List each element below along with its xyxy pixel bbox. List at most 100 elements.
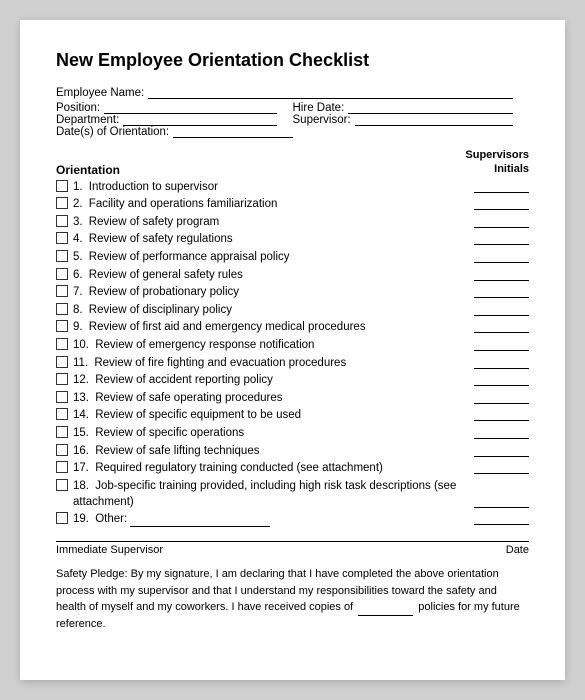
checklist-item: 15. Review of specific operations: [56, 425, 529, 441]
checkbox[interactable]: [56, 426, 68, 438]
checklist-item: 2. Facility and operations familiarizati…: [56, 196, 529, 212]
form-section: Employee Name: Position: Hire Date: Depa…: [56, 87, 529, 138]
checkbox[interactable]: [56, 461, 68, 473]
checklist-supervisors-initials: Supervisors Initials: [465, 148, 529, 177]
checkbox[interactable]: [56, 408, 68, 420]
initials-line[interactable]: [474, 280, 529, 281]
initials-line[interactable]: [474, 438, 529, 439]
employee-name-field[interactable]: [148, 98, 513, 99]
department-pair: Department:: [56, 114, 293, 126]
checklist-header-label: Orientation: [56, 163, 120, 177]
item-num: 3.: [73, 216, 86, 228]
item-num: 9.: [73, 321, 86, 333]
item-num: 19.: [73, 513, 92, 525]
item-text: 11. Review of fire fighting and evacuati…: [73, 355, 466, 371]
initials-line[interactable]: [474, 385, 529, 386]
item-text: 1. Introduction to supervisor: [73, 179, 466, 195]
other-field[interactable]: [130, 526, 270, 527]
initials-line[interactable]: [474, 262, 529, 263]
item-num: 11.: [73, 357, 91, 369]
initials-line[interactable]: [474, 403, 529, 404]
checkbox[interactable]: [56, 232, 68, 244]
checkbox[interactable]: [56, 180, 68, 192]
item-text: 8. Review of disciplinary policy: [73, 302, 466, 318]
item-num: 10.: [73, 339, 92, 351]
checklist-item: 8. Review of disciplinary policy: [56, 302, 529, 318]
checklist-item: 10. Review of emergency response notific…: [56, 337, 529, 353]
document-page: New Employee Orientation Checklist Emplo…: [20, 20, 565, 680]
initials-line[interactable]: [474, 315, 529, 316]
initials-line[interactable]: [474, 297, 529, 298]
checkbox[interactable]: [56, 479, 68, 491]
initials-line[interactable]: [474, 473, 529, 474]
checkbox[interactable]: [56, 303, 68, 315]
initials-line[interactable]: [474, 456, 529, 457]
item-text: 14. Review of specific equipment to be u…: [73, 407, 466, 423]
item-num: 16.: [73, 445, 92, 457]
initials-line[interactable]: [474, 368, 529, 369]
initials-line[interactable]: [474, 420, 529, 421]
checklist-item: 14. Review of specific equipment to be u…: [56, 407, 529, 423]
item-text: 13. Review of safe operating procedures: [73, 390, 466, 406]
supervisor-label: Supervisor:: [293, 114, 351, 126]
checkbox[interactable]: [56, 512, 68, 524]
item-text: 6. Review of general safety rules: [73, 267, 466, 283]
item-num: 8.: [73, 304, 86, 316]
item-num: 13.: [73, 392, 92, 404]
checkbox[interactable]: [56, 373, 68, 385]
item-text: 10. Review of emergency response notific…: [73, 337, 466, 353]
position-hire-row: Position: Hire Date:: [56, 102, 529, 114]
signature-section: Immediate Supervisor Date: [56, 541, 529, 556]
item-text: 5. Review of performance appraisal polic…: [73, 249, 466, 265]
checkbox[interactable]: [56, 444, 68, 456]
checklist-item: 4. Review of safety regulations: [56, 231, 529, 247]
initials-line[interactable]: [474, 209, 529, 210]
checkbox[interactable]: [56, 215, 68, 227]
checklist-item: 16. Review of safe lifting techniques: [56, 443, 529, 459]
checklist-item: 11. Review of fire fighting and evacuati…: [56, 355, 529, 371]
initials-line[interactable]: [474, 332, 529, 333]
checklist-item: 18. Job-specific training provided, incl…: [56, 478, 529, 510]
item-text: 15. Review of specific operations: [73, 425, 466, 441]
checklist-item: 17. Required regulatory training conduct…: [56, 460, 529, 476]
checkbox[interactable]: [56, 391, 68, 403]
checkbox[interactable]: [56, 320, 68, 332]
initials-line[interactable]: [474, 350, 529, 351]
position-pair: Position:: [56, 102, 293, 114]
item-num: 14.: [73, 409, 92, 421]
checkbox[interactable]: [56, 338, 68, 350]
item-text: 2. Facility and operations familiarizati…: [73, 196, 466, 212]
checklist-item: 7. Review of probationary policy: [56, 284, 529, 300]
item-text: 7. Review of probationary policy: [73, 284, 466, 300]
checkbox[interactable]: [56, 250, 68, 262]
initials-line[interactable]: [474, 244, 529, 245]
initials-line[interactable]: [474, 524, 529, 525]
department-label: Department:: [56, 114, 119, 126]
initials-line[interactable]: [474, 227, 529, 228]
checkbox[interactable]: [56, 285, 68, 297]
checkbox[interactable]: [56, 197, 68, 209]
item-text: 9. Review of first aid and emergency med…: [73, 319, 466, 335]
initials-line[interactable]: [474, 507, 529, 508]
dept-supervisor-row: Department: Supervisor:: [56, 114, 529, 126]
checklist-item: 6. Review of general safety rules: [56, 267, 529, 283]
item-text: 18. Job-specific training provided, incl…: [73, 478, 466, 510]
item-num: 4.: [73, 233, 86, 245]
hire-date-pair: Hire Date:: [293, 102, 530, 114]
checklist-item: 5. Review of performance appraisal polic…: [56, 249, 529, 265]
supervisor-field[interactable]: [355, 125, 513, 126]
checklist-item: 3. Review of safety program: [56, 214, 529, 230]
item-num: 12.: [73, 374, 92, 386]
position-label: Position:: [56, 102, 100, 114]
dates-row: Date(s) of Orientation:: [56, 126, 529, 138]
item-num: 1.: [73, 181, 86, 193]
initials-line[interactable]: [474, 192, 529, 193]
item-text: 3. Review of safety program: [73, 214, 466, 230]
pledge-blank[interactable]: [358, 615, 413, 616]
checkbox[interactable]: [56, 268, 68, 280]
checkbox[interactable]: [56, 356, 68, 368]
item-text: 4. Review of safety regulations: [73, 231, 466, 247]
page-title: New Employee Orientation Checklist: [56, 50, 529, 71]
checklist-item: 1. Introduction to supervisor: [56, 179, 529, 195]
dates-field[interactable]: [173, 137, 293, 138]
